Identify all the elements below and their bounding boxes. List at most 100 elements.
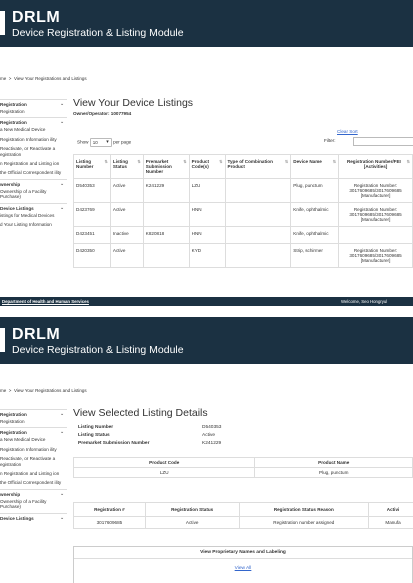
column-header[interactable]: ⇅ Listing Number xyxy=(73,154,111,179)
page-size-select[interactable]: 10 xyxy=(89,138,112,147)
table-row[interactable]: D420350 Active KYD Strip, schirmer Registrat… xyxy=(73,243,413,268)
column-header[interactable]: ⇅ Premarket Submission Number xyxy=(142,154,190,179)
chevron-down-icon: ⌄ xyxy=(60,490,65,497)
table-cell: KYD xyxy=(188,243,226,268)
sidebar-section-2[interactable]: Registration ⌄ xyxy=(0,427,67,436)
sidebar-item[interactable]: Ownership of a Facility Purchase) xyxy=(0,188,67,201)
table-cell: D420350 xyxy=(73,243,111,268)
hhs-link[interactable]: Department of Health and Human Services xyxy=(2,297,89,306)
reg-number-header: Registration # xyxy=(73,502,146,517)
column-header[interactable]: ⇅ Registration Number/FEI [Activities] xyxy=(338,154,413,179)
table-row[interactable]: D423769 Active HNN Knife, ophthalmic Registr… xyxy=(73,202,413,227)
sidebar-section-3[interactable]: wnership ⌄ xyxy=(0,488,67,498)
sidebar-item[interactable]: Ownership of a Facility Purchase) xyxy=(0,498,67,511)
table-cell: Active xyxy=(109,178,144,203)
sidebar-section-1[interactable]: Registration ⌄ xyxy=(0,99,67,108)
sidebar-item[interactable]: the Official Correspondent ility xyxy=(0,479,67,486)
product-code-cell: LZU xyxy=(72,467,256,478)
sidebar: Registration ⌄ Registration Registration ⌄ a … xyxy=(0,409,67,522)
sidebar-section-label: wnership xyxy=(0,181,21,187)
product-name-header: Product Name xyxy=(254,457,413,468)
filter-input[interactable] xyxy=(353,137,413,146)
reg-status-cell: Active xyxy=(144,516,240,529)
clear-sort-link[interactable]: Clear Sort xyxy=(337,129,358,134)
sidebar-section-1[interactable]: Registration ⌄ xyxy=(0,409,67,418)
sidebar-item[interactable]: Registration Information ility xyxy=(0,136,67,143)
breadcrumb: me > View Your Registrations and Listing… xyxy=(0,76,87,81)
per-page-label: per page xyxy=(113,139,132,145)
chevron-down-icon: ⌄ xyxy=(60,411,65,417)
hhs-logo-icon xyxy=(0,11,5,35)
detail-value: Active xyxy=(202,433,216,438)
table-cell: D423769 xyxy=(73,202,111,227)
table-cell: HNN xyxy=(188,226,226,244)
app-title: DRLM xyxy=(12,9,61,26)
table-row[interactable]: D540353 Active K241229 LZU Plug, punctum Regi… xyxy=(73,178,413,203)
column-header[interactable]: ⇅ Device Name xyxy=(290,154,340,179)
detail-label: Listing Status xyxy=(78,433,110,438)
product-name-cell: Plug, punctum xyxy=(254,467,413,478)
breadcrumb-home[interactable]: me xyxy=(0,76,6,81)
sidebar-section-label: Device Listings xyxy=(0,515,34,521)
table-cell: HNN xyxy=(188,202,226,227)
table-cell xyxy=(338,226,413,244)
column-header-label: Type of Combination Product xyxy=(227,159,273,169)
sidebar-item[interactable]: a New Medical Device xyxy=(0,126,67,133)
table-cell xyxy=(224,226,292,244)
table-cell: Registration Number: 3017609685/30176096… xyxy=(338,243,413,268)
activities-header: Activi xyxy=(368,502,413,517)
sidebar-section-label: Registration xyxy=(0,412,27,417)
table-row[interactable]: D423451 Inactive K820818 HNN Knife, ophthalm… xyxy=(73,226,413,244)
column-header-label: Listing Status xyxy=(112,159,128,169)
sidebar-item[interactable]: istings for Medical Devices xyxy=(0,212,67,219)
sidebar-section-3[interactable]: wnership ⌄ xyxy=(0,178,67,188)
table-cell xyxy=(224,202,292,227)
sidebar-item[interactable]: Registration Information ility xyxy=(0,446,67,453)
sidebar-item[interactable]: n Registration and Listing ion xyxy=(0,160,67,167)
sidebar-item[interactable]: Reactivate, or Reactivate a egistration xyxy=(0,145,67,158)
sidebar-item[interactable]: Reactivate, or Reactivate a egistration xyxy=(0,455,67,468)
sidebar-section-4[interactable]: Device Listings ⌄ xyxy=(0,512,67,522)
table-cell xyxy=(142,202,190,227)
column-header-label: Registration Number/FEI [Activities] xyxy=(346,159,401,169)
filter-label: Filter: xyxy=(324,138,336,143)
table-cell: Strip, schirmer xyxy=(290,243,340,268)
sidebar-item[interactable]: a New Medical Device xyxy=(0,436,67,443)
sidebar-item[interactable]: d Your Listing Information xyxy=(0,221,67,228)
sidebar-item[interactable]: Registration xyxy=(0,418,67,425)
sidebar-section-4[interactable]: Device Listings ⌄ xyxy=(0,202,67,212)
breadcrumb-home[interactable]: me xyxy=(0,388,6,393)
column-header-label: Premarket Submission Number xyxy=(145,159,172,174)
product-table: Product Code Product Name LZU Plug, punctu… xyxy=(72,457,413,478)
column-header[interactable]: ⇅ Listing Status xyxy=(109,154,144,179)
sort-icon: ⇅ xyxy=(137,159,141,164)
sidebar-section-label: wnership xyxy=(0,491,21,497)
reg-status-reason-header: Registration Status Reason xyxy=(238,502,370,517)
sidebar-item[interactable]: the Official Correspondent ility xyxy=(0,169,67,176)
sidebar-section-label: Registration xyxy=(0,120,27,126)
sort-icon: ⇅ xyxy=(104,159,108,164)
app-title: DRLM xyxy=(12,326,61,343)
column-header[interactable]: ⇅ Type of Combination Product xyxy=(224,154,292,179)
view-all-link[interactable]: View All xyxy=(235,566,252,571)
column-header[interactable]: ⇅ Product Code(s) xyxy=(188,154,226,179)
sort-icon: ⇅ xyxy=(183,159,187,164)
column-header-label: Listing Number xyxy=(76,159,94,169)
details-panel: View Selected Listing Details xyxy=(73,407,413,419)
table-cell: Knife, ophthalmic xyxy=(290,202,340,227)
details-title: View Selected Listing Details xyxy=(73,407,208,419)
product-code-header: Product Code xyxy=(72,457,256,468)
listings-panel: View Your Device Listings Owner/Operator… xyxy=(73,97,413,116)
sidebar-item[interactable]: n Registration and Listing ion xyxy=(0,470,67,477)
chevron-down-icon: ⌄ xyxy=(60,180,65,187)
sidebar-section-2[interactable]: Registration ⌄ xyxy=(0,117,67,126)
table-cell: D540353 xyxy=(73,178,111,203)
proprietary-names-title: View Proprietary Names and Labeling xyxy=(74,547,412,559)
detail-label: Premarket Submission Number xyxy=(78,441,150,446)
table-cell: Plug, punctum xyxy=(290,178,340,203)
filter-control: Filter: xyxy=(324,138,335,143)
sidebar-section-label: Registration xyxy=(0,102,27,107)
table-cell: Active xyxy=(109,243,144,268)
activities-cell: Manufa xyxy=(368,516,413,529)
sidebar-item[interactable]: Registration xyxy=(0,108,67,115)
